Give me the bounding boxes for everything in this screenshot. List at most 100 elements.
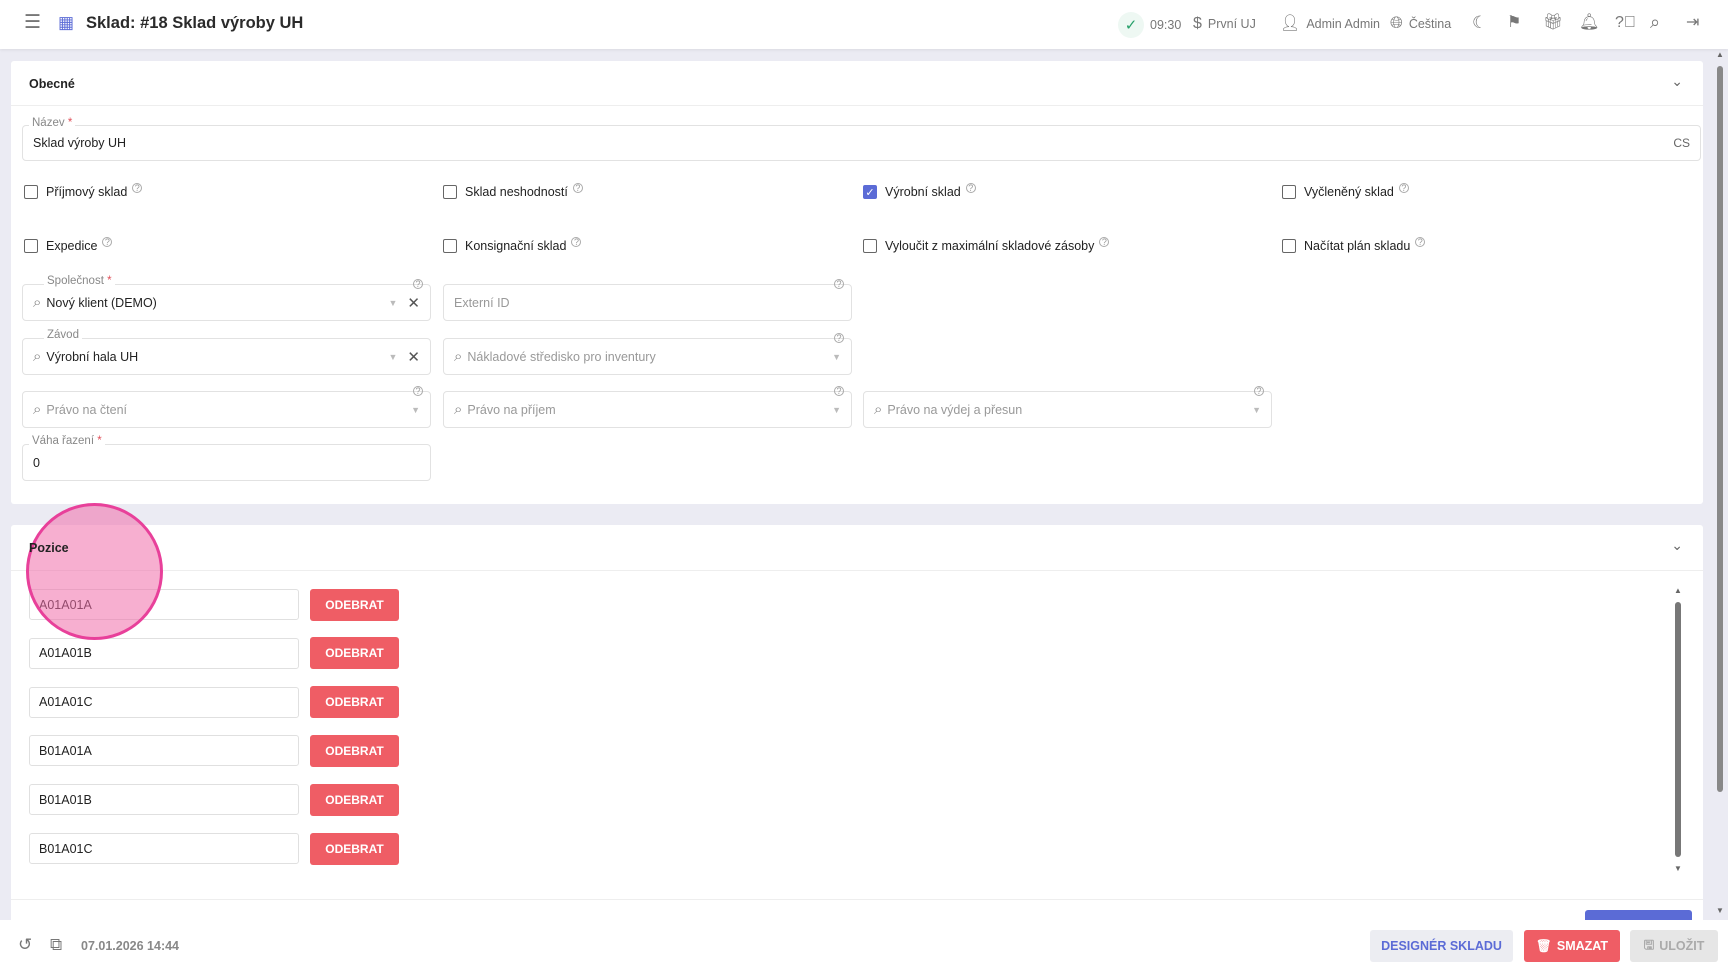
language-switcher[interactable]: 🌐︎ Čeština	[1390, 16, 1451, 32]
help-icon[interactable]: ?	[102, 237, 113, 247]
position-input[interactable]: B01A01C	[29, 833, 299, 864]
company-select[interactable]: ⌕ Nový klient (DEMO) ▼ ✕	[22, 284, 431, 321]
bell-icon[interactable]: 🔔︎	[1579, 15, 1599, 31]
globe-icon: 🌐︎	[1390, 15, 1403, 32]
checkbox-label: Vyloučit z maximální skladové zásoby	[885, 239, 1095, 253]
remove-position-button[interactable]: ODEBRAT	[310, 783, 399, 816]
dropdown-caret-icon[interactable]: ▼	[1252, 405, 1261, 415]
remove-position-button[interactable]: ODEBRAT	[310, 734, 399, 767]
checkbox-label: Příjmový sklad	[46, 185, 128, 199]
checkbox-1[interactable]: Příjmový sklad?	[24, 183, 143, 199]
cost-center-placeholder: Nákladové středisko pro inventury	[467, 349, 656, 364]
help-icon[interactable]: ?	[132, 183, 143, 193]
help-icon[interactable]: ?	[413, 386, 423, 396]
help-icon[interactable]: ?	[965, 183, 976, 193]
positions-scrollbar[interactable]: ▲ ▼	[1674, 586, 1682, 878]
remove-position-button[interactable]: ODEBRAT	[310, 588, 399, 621]
checkbox-box[interactable]	[24, 185, 38, 199]
restore-icon[interactable]: ⧉	[50, 936, 62, 953]
checkbox-box[interactable]: ✓	[863, 185, 877, 199]
signpost-icon[interactable]: ⚑	[1507, 15, 1521, 31]
help-icon[interactable]: ?⃝	[1615, 15, 1636, 31]
checkbox-5[interactable]: Expedice?	[24, 237, 113, 253]
dropdown-caret-icon[interactable]: ▼	[411, 405, 420, 415]
remove-position-button[interactable]: ODEBRAT	[310, 637, 399, 670]
help-icon[interactable]: ?	[1254, 386, 1264, 396]
remove-position-button[interactable]: ODEBRAT	[310, 832, 399, 865]
position-input[interactable]: A01A01A	[29, 589, 299, 620]
search-icon: ⌕	[33, 294, 42, 311]
company-switcher[interactable]: $ První UJ	[1193, 16, 1256, 32]
checkbox-box[interactable]	[1282, 239, 1296, 253]
help-icon[interactable]: ?	[834, 279, 844, 289]
menu-icon[interactable]: ☰	[24, 13, 41, 32]
cost-center-select[interactable]: ⌕ Nákladové středisko pro inventury ▼	[443, 338, 852, 375]
checkbox-box[interactable]	[1282, 185, 1296, 199]
clear-icon[interactable]: ✕	[407, 294, 420, 312]
delete-button[interactable]: 🗑︎ SMAZAT	[1524, 930, 1620, 962]
chevron-down-icon[interactable]: ⌄	[1671, 73, 1683, 90]
dropdown-caret-icon[interactable]: ▼	[832, 405, 841, 415]
name-field[interactable]: Sklad výroby UH CS	[22, 125, 1701, 161]
issue-right-select[interactable]: ⌕ Právo na výdej a přesun ▼	[863, 391, 1272, 428]
position-input[interactable]: B01A01A	[29, 735, 299, 767]
page-scrollbar[interactable]: ▲ ▼	[1716, 50, 1724, 918]
checkbox-box[interactable]	[443, 185, 457, 199]
plant-select[interactable]: ⌕ Výrobní hala UH ▼ ✕	[22, 338, 431, 375]
warehouse-designer-button[interactable]: DESIGNÉR SKLADU	[1370, 930, 1513, 962]
language-code[interactable]: CS	[1673, 136, 1690, 150]
help-icon[interactable]: ?	[571, 237, 582, 247]
checkbox-2[interactable]: Sklad neshodností?	[443, 183, 583, 199]
dropdown-caret-icon[interactable]: ▼	[832, 352, 841, 362]
read-right-placeholder: Právo na čtení	[46, 402, 128, 417]
checkbox-7[interactable]: Vyloučit z maximální skladové zásoby?	[863, 237, 1110, 253]
read-right-select[interactable]: ⌕ Právo na čtení ▼	[22, 391, 431, 428]
checkbox-4[interactable]: Vyčleněný sklad?	[1282, 183, 1409, 199]
search-icon: ⌕	[33, 348, 42, 365]
save-button[interactable]: 🖫 ULOŽIT	[1630, 930, 1718, 962]
top-bar: ☰ ▦ Sklad: #18 Sklad výroby UH ✓ 09:30 $…	[0, 0, 1728, 49]
status-check-icon[interactable]: ✓	[1118, 12, 1144, 38]
position-input[interactable]: A01A01B	[29, 637, 299, 669]
help-icon[interactable]: ?	[1415, 237, 1426, 247]
help-icon[interactable]: ?	[1398, 183, 1409, 193]
logout-icon[interactable]: ⇥	[1686, 15, 1699, 31]
dropdown-caret-icon[interactable]: ▼	[389, 298, 398, 308]
chevron-down-icon[interactable]: ⌄	[1671, 537, 1683, 554]
position-input[interactable]: A01A01C	[29, 686, 299, 718]
checkbox-8[interactable]: Načítat plán skladu?	[1282, 237, 1426, 253]
external-id-input[interactable]: Externí ID	[443, 284, 852, 321]
help-icon[interactable]: ?	[413, 279, 423, 289]
plant-value: Výrobní hala UH	[46, 349, 139, 364]
external-id-placeholder: Externí ID	[454, 295, 510, 310]
receive-right-placeholder: Právo na příjem	[467, 402, 556, 417]
checkbox-3[interactable]: ✓ Výrobní sklad?	[863, 183, 976, 199]
receive-right-select[interactable]: ⌕ Právo na příjem ▼	[443, 391, 852, 428]
checkbox-label: Konsignační sklad	[465, 239, 567, 253]
search-icon[interactable]: ⌕	[1650, 13, 1660, 31]
dropdown-caret-icon[interactable]: ▼	[389, 352, 398, 362]
checkbox-6[interactable]: Konsignační sklad?	[443, 237, 582, 253]
search-icon: ⌕	[454, 348, 463, 365]
help-icon[interactable]: ?	[834, 386, 844, 396]
user-menu[interactable]: 👤︎ Admin Admin	[1280, 16, 1380, 32]
name-value: Sklad výroby UH	[33, 136, 127, 150]
checkbox-label: Vyčleněný sklad	[1304, 185, 1394, 199]
company-value: Nový klient (DEMO)	[46, 295, 157, 310]
sort-weight-input[interactable]: 0	[22, 444, 431, 481]
checkbox-box[interactable]	[24, 239, 38, 253]
clear-icon[interactable]: ✕	[407, 348, 420, 366]
gift-icon[interactable]: 🎁︎	[1543, 15, 1563, 31]
checkbox-box[interactable]	[443, 239, 457, 253]
history-icon[interactable]: ↺	[18, 936, 32, 953]
position-input[interactable]: B01A01B	[29, 784, 299, 816]
help-icon[interactable]: ?	[1099, 237, 1110, 247]
language-name: Čeština	[1408, 17, 1452, 31]
checkbox-label: Expedice	[46, 239, 98, 253]
checkbox-box[interactable]	[863, 239, 877, 253]
moon-icon[interactable]: ☾	[1472, 14, 1487, 31]
help-icon[interactable]: ?	[572, 183, 583, 193]
checkbox-label: Výrobní sklad	[885, 185, 961, 199]
help-icon[interactable]: ?	[834, 333, 844, 343]
remove-position-button[interactable]: ODEBRAT	[310, 686, 399, 719]
